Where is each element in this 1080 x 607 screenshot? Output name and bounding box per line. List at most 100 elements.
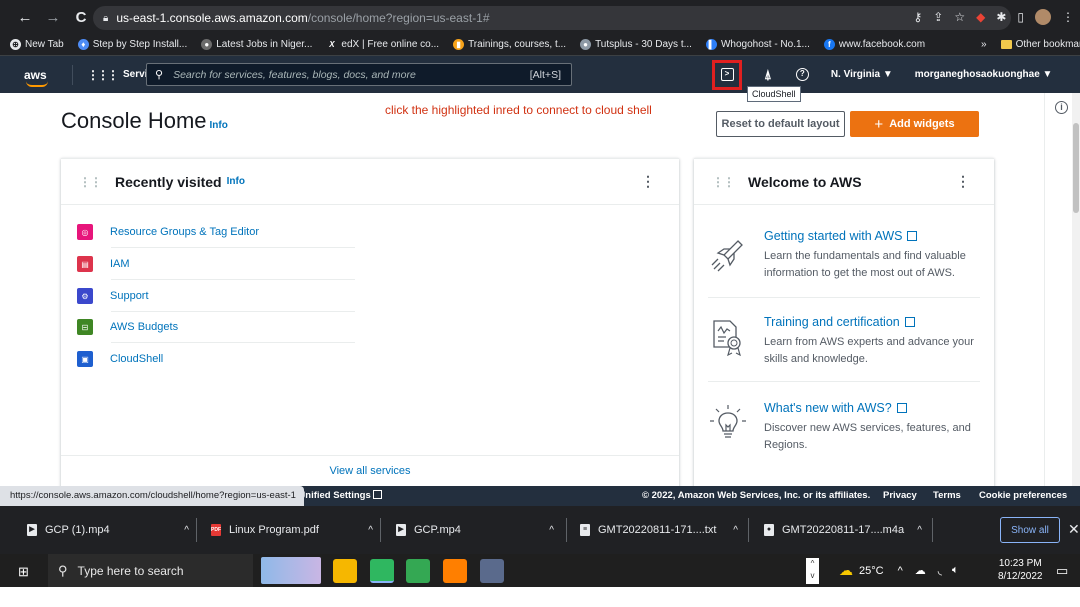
- wifi-icon[interactable]: ◟: [938, 564, 942, 577]
- windows-start-icon[interactable]: ⊞: [18, 564, 29, 580]
- system-tray: ^ v ☁ 25°C ^ ☁ ◟ 🔈︎: [806, 554, 959, 587]
- title-info-link[interactable]: Info: [210, 120, 228, 131]
- chevron-up-icon[interactable]: ^: [917, 525, 922, 536]
- reset-layout-button[interactable]: Reset to default layout: [716, 111, 845, 137]
- show-all-downloads-button[interactable]: Show all: [1000, 517, 1060, 543]
- link-status-url: https://console.aws.amazon.com/cloudshel…: [0, 486, 304, 506]
- forward-arrow-icon[interactable]: →: [42, 9, 64, 26]
- download-item[interactable]: PDF Linux Program.pdf ^: [211, 518, 373, 542]
- star-icon[interactable]: ☆: [954, 10, 965, 24]
- lightbulb-icon: [710, 405, 746, 438]
- aws-logo[interactable]: aws: [24, 68, 52, 87]
- divider: [932, 518, 933, 542]
- help-icon[interactable]: ?: [795, 68, 809, 81]
- bookmark-item[interactable]: f www.facebook.com: [823, 39, 925, 50]
- menu-kebab-icon[interactable]: ⋮: [1062, 10, 1074, 24]
- profile-avatar[interactable]: [1035, 9, 1051, 25]
- taskbar-search-input[interactable]: ⚲ Type here to search: [48, 554, 321, 587]
- download-item[interactable]: ≡ GMT20220811-171....txt ^: [580, 518, 738, 542]
- bookmark-item[interactable]: ♦ Step by Step Install...: [77, 39, 187, 50]
- cloudshell-icon: >: [720, 68, 734, 81]
- divider: [566, 518, 567, 542]
- divider: [748, 518, 749, 542]
- volume-icon[interactable]: 🔈︎: [952, 564, 959, 577]
- cloudshell-button[interactable]: >: [712, 59, 742, 90]
- chevron-up-icon[interactable]: ^: [368, 525, 373, 536]
- widget-menu-icon[interactable]: ⋮: [641, 173, 655, 190]
- bookmark-item[interactable]: ▮ Trainings, courses, t...: [453, 39, 566, 50]
- bookmark-item[interactable]: ▌ Whogohost - No.1...: [705, 39, 810, 50]
- search-input[interactable]: ⚲ Search for services, features, blogs, …: [146, 63, 572, 86]
- other-bookmarks[interactable]: Other bookmarks: [1000, 39, 1080, 50]
- region-selector[interactable]: N. Virginia ▼: [831, 69, 893, 80]
- chevron-up-icon[interactable]: ^: [549, 525, 554, 536]
- back-arrow-icon[interactable]: ←: [14, 9, 36, 26]
- getting-started-link[interactable]: Getting started with AWS: [764, 229, 984, 243]
- recent-item-cloudshell[interactable]: ▣ CloudShell: [77, 348, 163, 370]
- cloud-icon[interactable]: ☁: [915, 564, 926, 577]
- bookmark-item[interactable]: ● Tutsplus - 30 Days t...: [580, 39, 692, 50]
- app-icon[interactable]: [480, 559, 504, 583]
- chevron-up-icon[interactable]: ^: [733, 525, 738, 536]
- chrome-profile-icon[interactable]: [406, 559, 430, 583]
- taskbar-clock[interactable]: 10:23 PM 8/12/2022: [998, 557, 1043, 583]
- weather-icon[interactable]: ☁: [839, 562, 853, 579]
- newtab-icon: ⊕: [10, 39, 21, 50]
- training-link[interactable]: Training and certification: [764, 315, 984, 329]
- divider: [111, 279, 355, 280]
- key-icon[interactable]: ⚷: [913, 10, 922, 24]
- drag-handle-icon[interactable]: ⋮⋮: [79, 175, 102, 189]
- page-title: Console Home Info: [61, 108, 228, 133]
- recent-info-link[interactable]: Info: [227, 176, 245, 187]
- resource-groups-icon: ◎: [77, 224, 93, 240]
- drag-handle-icon[interactable]: ⋮⋮: [712, 175, 735, 189]
- bell-icon[interactable]: ⍋: [764, 67, 772, 83]
- recent-item-iam[interactable]: ▤ IAM: [77, 253, 130, 275]
- puzzle-icon[interactable]: ✱: [996, 10, 1006, 24]
- cookie-preferences-link[interactable]: Cookie preferences: [979, 490, 1067, 501]
- privacy-link[interactable]: Privacy: [883, 490, 917, 501]
- recent-item-resource-groups[interactable]: ◎ Resource Groups & Tag Editor: [77, 221, 259, 243]
- sidepanel-icon[interactable]: ▯: [1017, 10, 1024, 24]
- notification-icon[interactable]: ▭: [1056, 563, 1068, 579]
- download-item[interactable]: ▶ GCP.mp4 ^: [396, 518, 554, 542]
- chrome-icon[interactable]: [370, 559, 394, 583]
- downloads-bar: ▶ GCP (1).mp4 ^ PDF Linux Program.pdf ^ …: [0, 506, 1080, 554]
- download-item[interactable]: ▶ GCP (1).mp4 ^: [27, 518, 189, 542]
- whats-new-link[interactable]: What's new with AWS?: [764, 401, 984, 415]
- bookmark-favicon: ▌: [705, 39, 717, 50]
- bookmark-item[interactable]: ● Latest Jobs in Niger...: [201, 39, 312, 50]
- page-scrollbar[interactable]: [1072, 93, 1080, 486]
- info-circle-icon[interactable]: i: [1055, 101, 1068, 114]
- windows-taskbar: ⊞ ⚲ Type here to search ^ v ☁ 25°C ^ ☁ ◟ …: [0, 554, 1080, 587]
- reload-icon[interactable]: C: [70, 9, 92, 26]
- terms-link[interactable]: Terms: [933, 490, 961, 501]
- scrollbar-thumb[interactable]: [1073, 123, 1079, 213]
- weather-temp[interactable]: 25°C: [859, 565, 884, 577]
- recent-item-support[interactable]: ⚙ Support: [77, 285, 149, 307]
- widget-menu-icon[interactable]: ⋮: [956, 173, 970, 190]
- download-item[interactable]: ● GMT20220811-17....m4a ^: [764, 518, 922, 542]
- recent-item-budgets[interactable]: ⊟ AWS Budgets: [77, 316, 178, 338]
- welcome-item-training: Training and certification Learn from AW…: [764, 315, 984, 368]
- add-widgets-button[interactable]: + Add widgets: [850, 111, 979, 137]
- chevron-up-icon[interactable]: ^: [184, 525, 189, 536]
- external-link-icon: [907, 231, 918, 241]
- address-bar[interactable]: 🔒︎ us-east-1.console.aws.amazon.com/cons…: [93, 6, 1011, 30]
- extension-colorful-icon[interactable]: ◆: [976, 10, 985, 24]
- copyright: © 2022, Amazon Web Services, Inc. or its…: [642, 490, 871, 501]
- tray-chevron-icon[interactable]: ^: [898, 565, 903, 577]
- cloudshell-service-icon: ▣: [77, 351, 93, 367]
- close-icon[interactable]: ✕: [1068, 521, 1080, 538]
- view-all-services-link[interactable]: View all services: [61, 465, 679, 477]
- lock-app-icon[interactable]: [333, 559, 357, 583]
- bookmark-item[interactable]: X edX | Free online co...: [326, 39, 439, 50]
- welcome-item-whats-new: What's new with AWS? Discover new AWS se…: [764, 401, 984, 454]
- tray-scroll-icon[interactable]: ^ v: [806, 557, 819, 584]
- account-menu[interactable]: morganeghosaokuonghae ▼: [915, 69, 1053, 80]
- bookmarks-overflow-button[interactable]: »: [981, 39, 987, 50]
- bookmark-item[interactable]: ⊕ New Tab: [10, 39, 64, 50]
- share-icon[interactable]: ⇪: [933, 10, 943, 24]
- unified-settings-link[interactable]: Jnified Settings: [300, 490, 383, 501]
- vlc-icon[interactable]: [443, 559, 467, 583]
